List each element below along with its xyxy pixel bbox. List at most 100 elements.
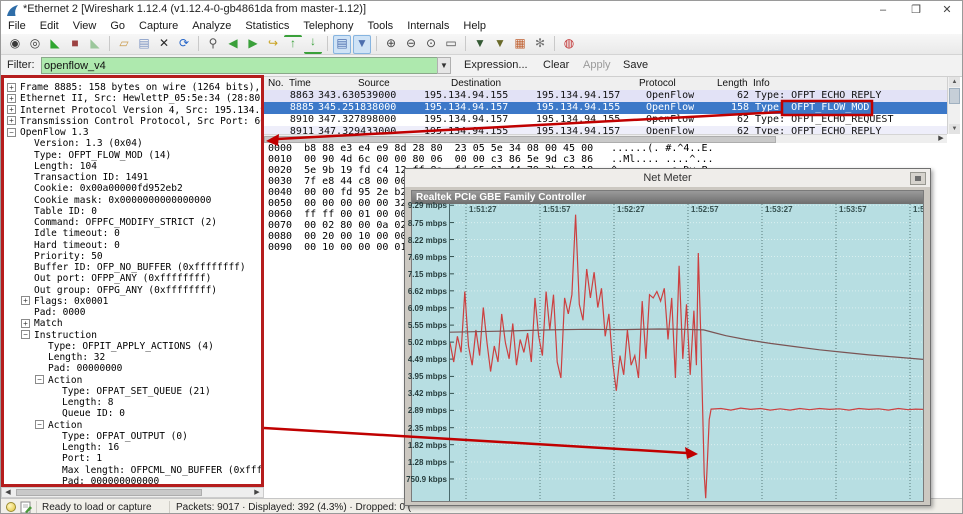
- detail-line[interactable]: Type: OFPAT_OUTPUT (0): [62, 431, 188, 442]
- detail-line[interactable]: Out port: OFPP_ANY (0xffffffff): [34, 273, 211, 284]
- detail-line[interactable]: Action: [48, 420, 82, 431]
- go-back-icon[interactable]: ◀: [224, 35, 242, 52]
- detail-line[interactable]: Length: 104: [34, 161, 97, 172]
- packet-list-vscrollbar[interactable]: ▲ ▼: [947, 77, 960, 134]
- capture-options-icon[interactable]: ◎: [26, 35, 44, 52]
- collapse-icon[interactable]: −: [21, 330, 30, 339]
- detail-line[interactable]: Action: [48, 375, 82, 386]
- menu-capture[interactable]: Capture: [132, 19, 185, 34]
- detail-line[interactable]: Version: 1.3 (0x04): [34, 138, 143, 149]
- hex-row-0000[interactable]: 0000 b8 88 e3 e4 e9 8d 28 80 23 05 5e 34…: [268, 143, 714, 154]
- hex-row-0040[interactable]: 0040 00 00 fd 95 2e b2: [268, 187, 406, 198]
- menu-help[interactable]: Help: [456, 19, 493, 34]
- close-button[interactable]: ✕: [934, 2, 960, 18]
- column-header-length[interactable]: Length: [717, 78, 748, 89]
- scroll-up-icon[interactable]: ▲: [949, 77, 960, 87]
- expand-icon[interactable]: +: [21, 319, 30, 328]
- detail-line[interactable]: Table ID: 0: [34, 206, 97, 217]
- save-button[interactable]: Save: [623, 59, 648, 71]
- detail-line[interactable]: Length: 32: [48, 352, 105, 363]
- detail-line[interactable]: OpenFlow 1.3: [20, 127, 89, 138]
- detail-line[interactable]: Transaction ID: 1491: [34, 172, 148, 183]
- capture-interfaces-icon[interactable]: ◉: [6, 35, 24, 52]
- net-meter-close-button[interactable]: [910, 172, 926, 185]
- preferences-icon[interactable]: ✻: [531, 35, 549, 52]
- scroll-down-icon[interactable]: ▼: [949, 124, 960, 134]
- detail-line[interactable]: Pad: 000000000000: [62, 476, 159, 487]
- scrollbar-thumb[interactable]: [264, 136, 776, 143]
- zoom-in-icon[interactable]: ⊕: [382, 35, 400, 52]
- collapse-icon[interactable]: −: [35, 420, 44, 429]
- hex-row-0030[interactable]: 0030 7f e8 44 c8 00 00: [268, 176, 406, 187]
- detail-line[interactable]: Queue ID: 0: [62, 408, 125, 419]
- detail-line[interactable]: Flags: 0x0001: [34, 296, 108, 307]
- detail-line[interactable]: Type: OFPAT_SET_QUEUE (21): [62, 386, 211, 397]
- zoom-100-icon[interactable]: ⊙: [422, 35, 440, 52]
- menu-tools[interactable]: Tools: [361, 19, 401, 34]
- detail-line[interactable]: Priority: 50: [34, 251, 103, 262]
- scroll-left-icon[interactable]: ◀: [2, 488, 14, 497]
- help-icon[interactable]: ◍: [560, 35, 578, 52]
- detail-line[interactable]: Length: 8: [62, 397, 113, 408]
- collapse-icon[interactable]: −: [7, 128, 16, 137]
- display-filters-icon[interactable]: ▼: [491, 35, 509, 52]
- find-packet-icon[interactable]: ⚲: [204, 35, 222, 52]
- hex-row-0090[interactable]: 0090 00 10 00 00 00 01: [268, 242, 406, 253]
- capture-stop-icon[interactable]: ■: [66, 35, 84, 52]
- menu-analyze[interactable]: Analyze: [185, 19, 238, 34]
- column-header-info[interactable]: Info: [753, 78, 770, 89]
- detail-line[interactable]: Out group: OFPG_ANY (0xffffffff): [34, 285, 217, 296]
- hex-row-0050[interactable]: 0050 00 00 00 00 00 32: [268, 198, 406, 209]
- collapse-icon[interactable]: −: [35, 375, 44, 384]
- save-file-icon[interactable]: ▤: [135, 35, 153, 52]
- detail-line[interactable]: Buffer ID: OFP_NO_BUFFER (0xffffffff): [34, 262, 246, 273]
- scrollbar-thumb[interactable]: [949, 88, 960, 104]
- detail-line[interactable]: Port: 1: [62, 453, 102, 464]
- expand-icon[interactable]: +: [7, 83, 16, 92]
- detail-line[interactable]: Match: [34, 318, 63, 329]
- detail-line[interactable]: Command: OFPFC_MODIFY_STRICT (2): [34, 217, 217, 228]
- expand-icon[interactable]: +: [7, 116, 16, 125]
- detail-line[interactable]: Idle timeout: 0: [34, 228, 120, 239]
- minimize-button[interactable]: –: [870, 2, 896, 18]
- detail-line[interactable]: Cookie mask: 0x0000000000000000: [34, 195, 211, 206]
- capture-restart-icon[interactable]: ◣: [86, 35, 104, 52]
- open-file-icon[interactable]: ▱: [115, 35, 133, 52]
- detail-line[interactable]: Max length: OFPCML_NO_BUFFER (0xffff): [62, 465, 264, 476]
- column-header-source[interactable]: Source: [358, 78, 390, 89]
- filter-input[interactable]: [41, 57, 441, 74]
- go-forward-icon[interactable]: ▶: [244, 35, 262, 52]
- menu-file[interactable]: File: [1, 19, 33, 34]
- expand-icon[interactable]: +: [7, 94, 16, 103]
- detail-line[interactable]: Cookie: 0x00a00000fd952eb2: [34, 183, 183, 194]
- goto-packet-icon[interactable]: ↪: [264, 35, 282, 52]
- apply-button[interactable]: Apply: [583, 59, 611, 71]
- column-header-destination[interactable]: Destination: [451, 78, 501, 89]
- menu-statistics[interactable]: Statistics: [238, 19, 296, 34]
- expand-icon[interactable]: +: [21, 296, 30, 305]
- zoom-out-icon[interactable]: ⊖: [402, 35, 420, 52]
- capture-comment-icon[interactable]: [20, 501, 32, 514]
- reload-icon[interactable]: ⟳: [175, 35, 193, 52]
- menu-internals[interactable]: Internals: [400, 19, 456, 34]
- menu-telephony[interactable]: Telephony: [296, 19, 360, 34]
- colorize-toggle-icon[interactable]: ▤: [333, 35, 351, 54]
- menu-go[interactable]: Go: [103, 19, 132, 34]
- goto-bottom-icon[interactable]: ↓: [304, 35, 322, 54]
- hex-row-0010[interactable]: 0010 00 90 4d 6c 00 00 80 06 00 00 c3 86…: [268, 154, 714, 165]
- close-file-icon[interactable]: ✕: [155, 35, 173, 52]
- expression-button[interactable]: Expression...: [464, 59, 528, 71]
- expand-icon[interactable]: +: [7, 105, 16, 114]
- goto-top-icon[interactable]: ↑: [284, 35, 302, 54]
- detail-line[interactable]: Pad: 00000000: [48, 363, 122, 374]
- detail-line[interactable]: Length: 16: [62, 442, 119, 453]
- scrollbar-thumb[interactable]: [16, 489, 202, 496]
- coloring-rules-icon[interactable]: ▦: [511, 35, 529, 52]
- detail-line[interactable]: Internet Protocol Version 4, Src: 195.13…: [20, 105, 264, 116]
- menu-view[interactable]: View: [66, 19, 104, 34]
- column-header-no[interactable]: No.: [268, 78, 284, 89]
- detail-line[interactable]: Pad: 0000: [34, 307, 85, 318]
- detail-line[interactable]: Frame 8885: 158 bytes on wire (1264 bits…: [20, 82, 264, 93]
- details-hscrollbar[interactable]: ◀ ▶: [1, 487, 264, 498]
- filter-dropdown-icon[interactable]: ▼: [437, 57, 451, 74]
